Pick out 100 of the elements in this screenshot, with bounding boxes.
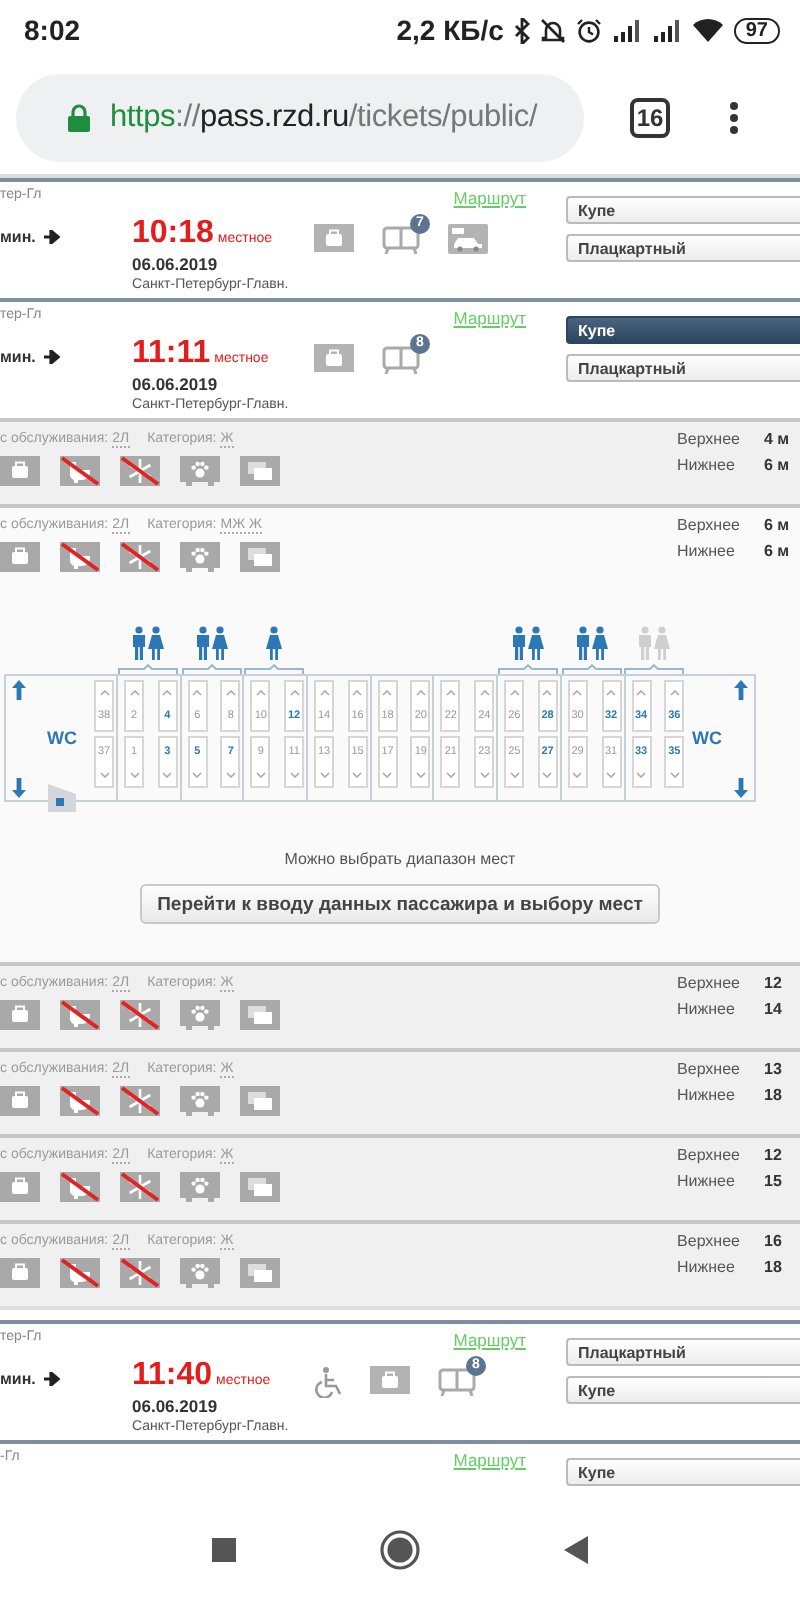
berth-count: 14: [764, 1000, 784, 1018]
chevron-icon: [479, 689, 490, 696]
alarm-icon: [575, 17, 602, 43]
chevron-icon: [129, 689, 139, 696]
departure-time: 11:11: [132, 336, 211, 372]
back-button[interactable]: [564, 1536, 588, 1564]
compartment-bracket: [497, 664, 558, 674]
chevron-icon: [99, 772, 109, 779]
chevron-icon: [255, 689, 266, 696]
berth-label: Нижнее: [677, 542, 737, 560]
car-panel[interactable]: [0, 504, 800, 962]
lock-icon: [68, 103, 90, 131]
train-icon: [382, 224, 420, 254]
chevron-icon: [162, 689, 173, 696]
wc-label: WC: [692, 728, 723, 748]
berth-count: 15: [764, 1172, 784, 1190]
chevron-icon: [319, 689, 330, 696]
berth-count: 4 м: [764, 430, 792, 448]
door-icon: [48, 784, 76, 812]
berth-count: 13: [764, 1060, 784, 1078]
berth-label: Нижнее: [677, 1086, 737, 1104]
travel-time: мин.: [0, 348, 36, 366]
arrow-down-icon: [733, 778, 748, 798]
arrow-up-icon: [733, 680, 748, 700]
menu-icon: [730, 101, 738, 133]
compartment-bracket: [117, 664, 178, 674]
departure-date: 06.06.2019: [132, 1396, 220, 1416]
battery-indicator: 97: [733, 17, 780, 43]
chevron-icon: [225, 772, 236, 779]
url-text: https://pass.rzd.ru/tickets/public/: [110, 99, 538, 135]
train-icon: [382, 344, 420, 374]
chevron-icon: [289, 772, 300, 779]
continue-button[interactable]: Перейти к вводу данных пассажира и выбору мест: [139, 884, 661, 924]
chevron-icon: [192, 689, 203, 696]
berth-label: Нижнее: [677, 456, 737, 474]
chevron-icon: [352, 689, 363, 696]
arrow-right-icon: [43, 230, 60, 244]
berth-label: Нижнее: [677, 1172, 737, 1190]
berth-count: 18: [764, 1086, 784, 1104]
berth-label: Нижнее: [677, 1258, 737, 1276]
muted-bell-icon: [539, 17, 566, 43]
class-select[interactable]: Купе: [566, 196, 800, 224]
berth-count: 6 м: [764, 542, 792, 560]
berth-label: Верхнее: [677, 430, 740, 448]
chevron-icon: [415, 689, 426, 696]
berth-count: 12: [764, 974, 784, 992]
class-select[interactable]: Купе: [566, 1376, 800, 1404]
address-bar[interactable]: https://pass.rzd.ru/tickets/public/: [16, 73, 584, 161]
signal-icon: [611, 18, 642, 42]
departure-time: 10:18: [132, 216, 214, 252]
arrow-right-icon: [43, 350, 60, 364]
bag-icon: [314, 224, 354, 252]
class-select[interactable]: Купе: [566, 1458, 800, 1486]
signal-icon: [651, 18, 682, 42]
wheelchair-icon: [314, 1366, 342, 1398]
chevron-icon: [382, 689, 393, 696]
berth-label: Нижнее: [677, 1000, 737, 1018]
route-link[interactable]: Маршрут: [453, 1330, 526, 1350]
berth-count: 18: [764, 1258, 784, 1276]
route-link[interactable]: Маршрут: [453, 188, 526, 208]
chevron-icon: [636, 772, 646, 779]
chevron-icon: [415, 772, 426, 779]
tab-count-button[interactable]: 16: [630, 97, 670, 137]
chevron-icon: [129, 772, 139, 779]
network-speed: 2,2 КБ/с: [396, 14, 504, 46]
hint-text: Можно выбрать диапазон мест: [282, 850, 518, 868]
route-link[interactable]: Маршрут: [453, 1450, 526, 1470]
chevron-icon: [572, 772, 583, 779]
berth-label: Верхнее: [677, 516, 740, 534]
travel-time: мин.: [0, 1370, 36, 1388]
chevron-icon: [636, 689, 646, 696]
class-select[interactable]: Купе: [566, 316, 800, 344]
car-carrier-icon: [448, 224, 488, 254]
berth-label: Верхнее: [677, 1232, 740, 1250]
bag-icon: [314, 344, 354, 372]
arrow-up-icon: [12, 680, 26, 700]
class-select[interactable]: Плацкартный: [566, 1338, 800, 1366]
class-select[interactable]: Плацкартный: [566, 234, 800, 262]
chevron-icon: [509, 772, 520, 779]
route-link[interactable]: Маршрут: [453, 308, 526, 328]
chevron-icon: [606, 772, 616, 779]
home-button[interactable]: [380, 1530, 420, 1570]
chevron-icon: [382, 772, 393, 779]
travel-time: мин.: [0, 228, 36, 246]
departure-date: 06.06.2019: [132, 254, 220, 274]
class-select[interactable]: Плацкартный: [566, 354, 800, 382]
chevron-icon: [99, 689, 109, 696]
chevron-icon: [509, 689, 520, 696]
bag-icon: [370, 1366, 410, 1394]
chevron-icon: [606, 689, 616, 696]
chevron-icon: [255, 772, 266, 779]
wc-label: WC: [47, 728, 77, 748]
chevron-icon: [479, 772, 490, 779]
chevron-icon: [225, 689, 236, 696]
chevron-icon: [542, 689, 553, 696]
chevron-icon: [445, 772, 456, 779]
chevron-icon: [542, 772, 553, 779]
chevron-icon: [669, 772, 680, 779]
bluetooth-icon: [513, 17, 530, 43]
berth-count: 6 м: [764, 456, 792, 474]
